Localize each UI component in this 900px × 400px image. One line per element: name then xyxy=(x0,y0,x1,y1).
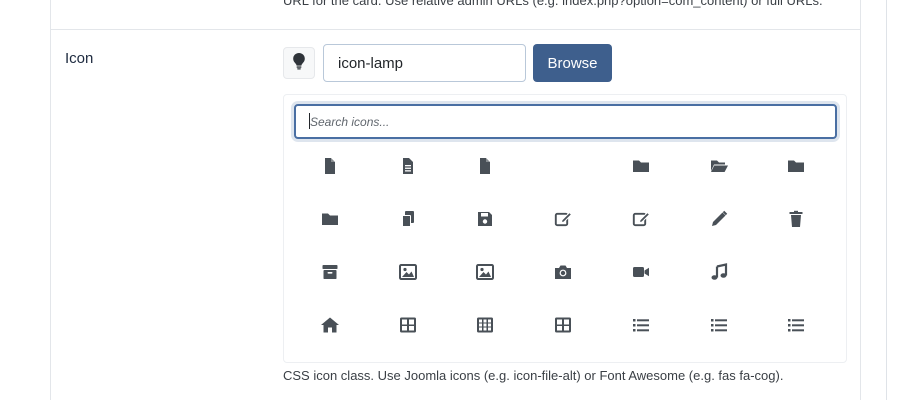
file-icon-option[interactable] xyxy=(300,144,360,188)
music-icon xyxy=(709,262,729,282)
save-icon-option[interactable] xyxy=(455,197,515,241)
folder-open-icon-option[interactable] xyxy=(689,144,749,188)
table-icon-option[interactable] xyxy=(378,303,438,347)
folder-icon xyxy=(631,156,651,176)
icon-class-input[interactable] xyxy=(323,44,526,82)
video-icon-option[interactable] xyxy=(611,250,671,294)
table-grid-icon xyxy=(475,315,495,335)
icon-field-help-text: CSS icon class. Use Joomla icons (e.g. i… xyxy=(283,368,784,383)
camera-icon xyxy=(553,262,573,282)
pencil-icon xyxy=(709,209,729,229)
list-icon xyxy=(786,315,806,335)
previous-field-help-text: URL for the card. Use relative admin URL… xyxy=(283,0,823,8)
file-icon xyxy=(475,156,495,176)
table-icon xyxy=(553,315,573,335)
table-grid-icon-option[interactable] xyxy=(455,303,515,347)
browse-button[interactable]: Browse xyxy=(533,44,612,82)
page: URL for the card. Use relative admin URL… xyxy=(0,0,900,400)
folder-icon-option[interactable] xyxy=(766,144,826,188)
file-icon xyxy=(320,156,340,176)
image-icon-option[interactable] xyxy=(378,250,438,294)
image-icon xyxy=(398,262,418,282)
icon-field-label: Icon xyxy=(65,50,94,67)
edit-icon xyxy=(631,209,651,229)
icon-preview xyxy=(283,47,315,79)
trash-icon-option[interactable] xyxy=(766,197,826,241)
icon-grid xyxy=(292,140,836,352)
icon-search-input[interactable] xyxy=(294,104,837,139)
list-icon xyxy=(709,315,729,335)
table-icon-option[interactable] xyxy=(533,303,593,347)
empty-icon-option xyxy=(766,250,826,294)
save-icon xyxy=(475,209,495,229)
file-icon-option[interactable] xyxy=(455,144,515,188)
home-icon-option[interactable] xyxy=(300,303,360,347)
file-text-icon xyxy=(398,156,418,176)
lightbulb-icon xyxy=(292,52,306,75)
archive-icon xyxy=(320,262,340,282)
list-icon xyxy=(631,315,651,335)
image-icon-option[interactable] xyxy=(455,250,515,294)
folder-open-icon xyxy=(709,156,729,176)
folder-icon xyxy=(320,209,340,229)
list-icon-option[interactable] xyxy=(689,303,749,347)
video-icon xyxy=(631,262,651,282)
file-text-icon-option[interactable] xyxy=(378,144,438,188)
edit-icon-option[interactable] xyxy=(533,197,593,241)
trash-icon xyxy=(786,209,806,229)
pencil-icon-option[interactable] xyxy=(689,197,749,241)
list-icon-option[interactable] xyxy=(766,303,826,347)
empty-icon-option xyxy=(533,144,593,188)
edit-icon-option[interactable] xyxy=(611,197,671,241)
scrollbar-track[interactable] xyxy=(886,0,887,400)
archive-icon-option[interactable] xyxy=(300,250,360,294)
list-icon-option[interactable] xyxy=(611,303,671,347)
folder-icon xyxy=(786,156,806,176)
table-icon xyxy=(398,315,418,335)
folder-icon-option[interactable] xyxy=(300,197,360,241)
folder-icon-option[interactable] xyxy=(611,144,671,188)
camera-icon-option[interactable] xyxy=(533,250,593,294)
copy-icon-option[interactable] xyxy=(378,197,438,241)
home-icon xyxy=(320,315,340,335)
music-icon-option[interactable] xyxy=(689,250,749,294)
image-icon xyxy=(475,262,495,282)
text-caret xyxy=(309,113,310,129)
edit-icon xyxy=(553,209,573,229)
copy-icon xyxy=(398,209,418,229)
row-divider xyxy=(50,29,861,30)
